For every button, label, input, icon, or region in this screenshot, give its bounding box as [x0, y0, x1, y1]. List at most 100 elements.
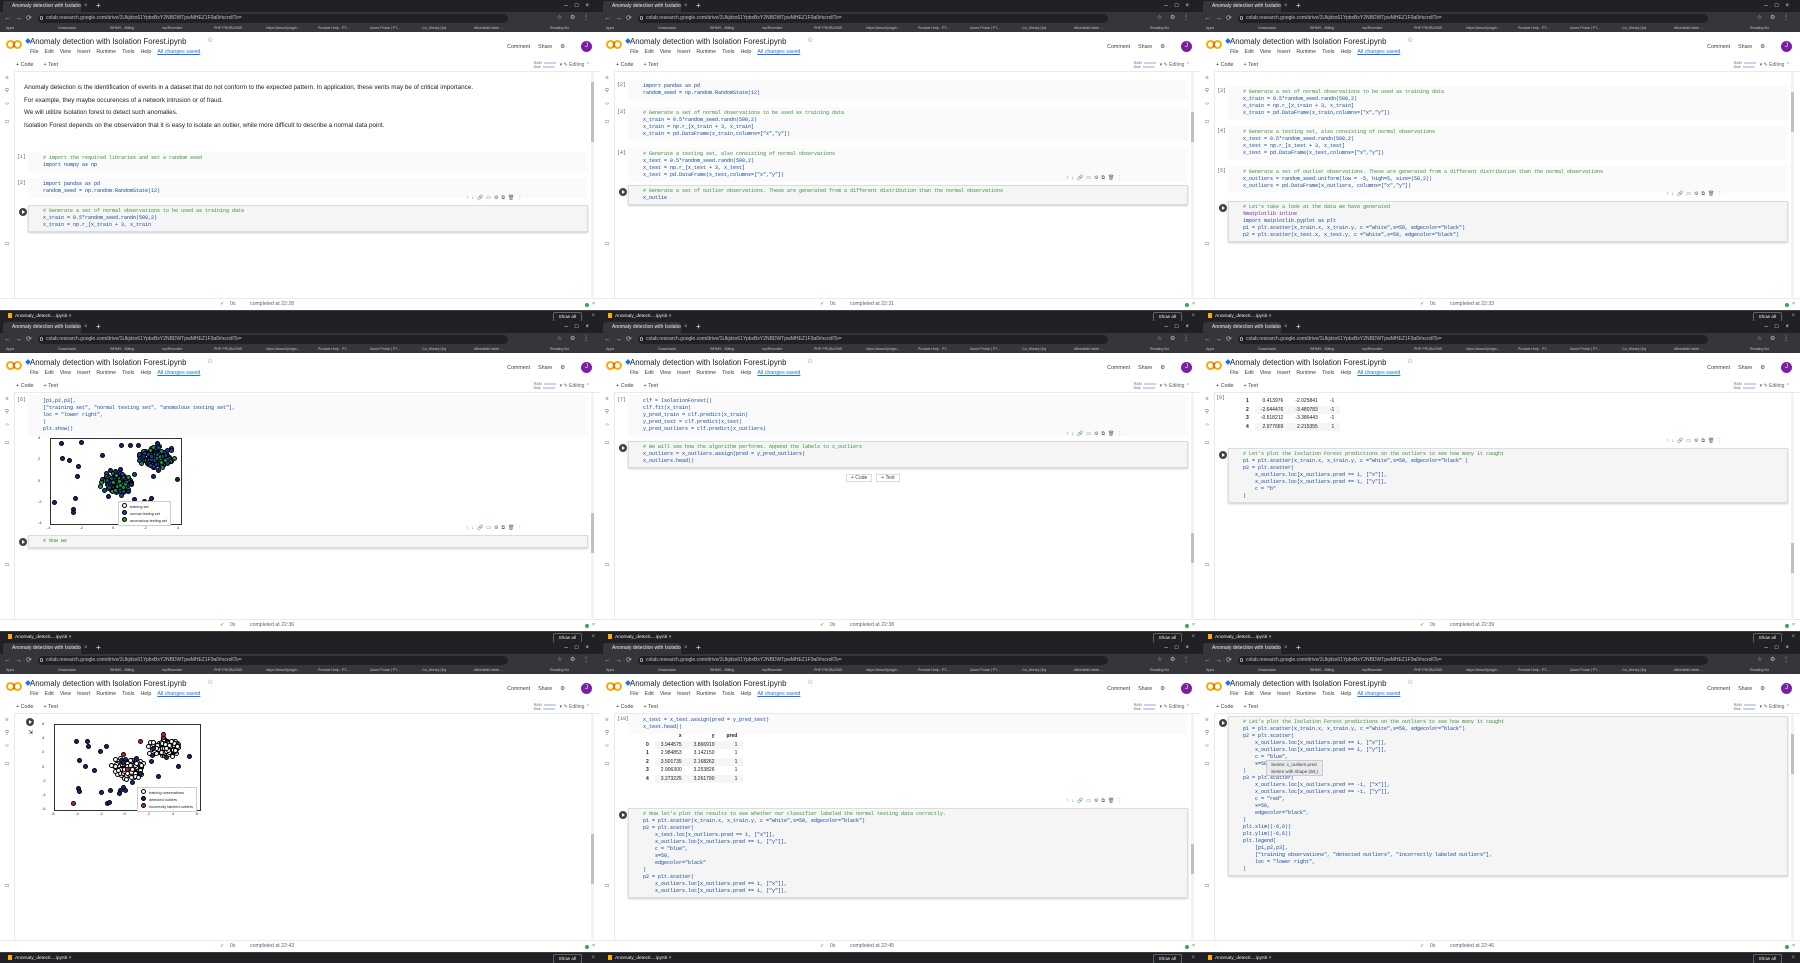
comment-button[interactable]: Comment	[507, 365, 530, 371]
menu-runtime[interactable]: Runtime	[1296, 691, 1316, 697]
code-line[interactable]: y_pred_train = clf.predict(x_train)	[629, 412, 1187, 419]
bookmark-item[interactable]: WHMS - Billing	[1310, 25, 1334, 32]
notebook-title[interactable]: Anomaly detection with Isolation Forest.…	[630, 37, 786, 46]
extension-icons[interactable]: ☆ ⚙ ⋮	[1157, 335, 1192, 344]
download-item[interactable]: Anomaly_detecti....ipynb ˄	[1208, 953, 1271, 963]
close-download-bar-icon[interactable]: ×	[1191, 953, 1195, 963]
bookmark-item[interactable]: Product Help - PT...	[918, 667, 949, 674]
colab-logo-icon[interactable]	[606, 40, 624, 50]
menu-view[interactable]: View	[1260, 49, 1271, 55]
add-code-button[interactable]: + Code	[616, 383, 634, 389]
close-status-icon[interactable]: ×	[1192, 299, 1195, 310]
code-line[interactable]: edgecolor="black",	[1229, 810, 1787, 817]
menu-runtime[interactable]: Runtime	[96, 49, 116, 55]
dropdown-icon[interactable]: ▾ ✎	[560, 704, 569, 710]
bookmark-item[interactable]: WHMS - Billing	[1310, 346, 1334, 353]
menu-saved[interactable]: All changes saved	[757, 49, 800, 55]
code-line[interactable]: # Generate a set of normal observations …	[629, 110, 1187, 117]
editing-mode[interactable]: Editing	[569, 383, 584, 389]
cell-toolbar[interactable]: ↑↓🔗▭⚙⧉🗑⋮	[1066, 431, 1125, 437]
toc-icon[interactable]: ≡	[1204, 717, 1210, 723]
code-line[interactable]: x_outliers.loc[x_outliers.pred == 1, ["y…	[1229, 747, 1787, 754]
extension-icons[interactable]: ☆ ⚙ ⋮	[557, 335, 592, 344]
avatar[interactable]: J	[1181, 41, 1192, 52]
code-line[interactable]: p2 = plt.scatter(	[629, 874, 1187, 881]
bookmark-item[interactable]: Reading list	[1150, 667, 1169, 674]
bookmark-item[interactable]: WHMS - Billing	[710, 346, 734, 353]
code-line[interactable]: x_train = np.r_[x_train + 3, x_train]	[629, 124, 1187, 131]
code-line[interactable]: ["training observations", "detected outl…	[1229, 852, 1787, 859]
nav-buttons[interactable]: ←→⟳	[1204, 654, 1236, 667]
browser-tab[interactable]: Anomaly detection with Isolation Forest.…	[603, 1, 681, 12]
close-status-icon[interactable]: ×	[592, 941, 595, 952]
menu-tools[interactable]: Tools	[1322, 370, 1334, 376]
menu-tools[interactable]: Tools	[1322, 49, 1334, 55]
star-icon[interactable]: ☆	[207, 357, 213, 365]
close-download-bar-icon[interactable]: ×	[1191, 311, 1195, 321]
code-line[interactable]: # Let's plot the Isolation Forest predic…	[1229, 719, 1787, 726]
bookmark-item[interactable]: my/Recruiter	[162, 667, 182, 674]
bookmark-item[interactable]: Ca_Money Qiq	[422, 25, 446, 32]
notebook-title[interactable]: Anomaly detection with Isolation Forest.…	[630, 358, 786, 367]
menu-runtime[interactable]: Runtime	[96, 370, 116, 376]
code-line[interactable]: x_train = 0.5*random_seed.randn(500,2)	[1229, 96, 1787, 103]
code-cell[interactable]: [10] x_test = x_test.assign(pred = y_pred…	[617, 714, 1188, 734]
window-controls[interactable]: –□×	[565, 321, 596, 333]
scrollbar[interactable]	[1791, 393, 1794, 618]
bookmark-item[interactable]: https://www.flyingto...	[1466, 346, 1500, 353]
terminal-icon[interactable]: ▭	[4, 241, 10, 247]
terminal-icon[interactable]: ▭	[1204, 883, 1210, 889]
menu-edit[interactable]: Edit	[1245, 691, 1254, 697]
menu-file[interactable]: File	[630, 691, 639, 697]
menu-saved[interactable]: All changes saved	[157, 370, 200, 376]
bookmark-item[interactable]: Product Help - PT...	[318, 346, 349, 353]
code-line[interactable]: # We will see how the algorithm performs…	[629, 444, 1187, 451]
comment-button[interactable]: Comment	[1107, 686, 1130, 692]
code-line[interactable]: x_outliers = x_outliers.assign(pred = y_…	[629, 451, 1187, 458]
menu-runtime[interactable]: Runtime	[96, 691, 116, 697]
editing-mode[interactable]: Editing	[569, 62, 584, 68]
code-line[interactable]: p2 = plt.scatter(	[1229, 465, 1787, 472]
add-code-button[interactable]: + Code	[16, 704, 34, 710]
menu-saved[interactable]: All changes saved	[757, 691, 800, 697]
cell-toolbar[interactable]: ↑↓🔗▭⚙⧉🗑⋮	[466, 195, 525, 201]
colab-logo-icon[interactable]	[6, 682, 24, 692]
comment-button[interactable]: Comment	[1707, 44, 1730, 50]
download-item[interactable]: Anomaly_detecti....ipynb ˄	[608, 311, 671, 321]
code-cell[interactable]: # We will see how the algorithm performs…	[619, 441, 1188, 468]
settings-gear-icon[interactable]: ⚙	[560, 686, 565, 692]
window-controls[interactable]: –□×	[1165, 0, 1196, 12]
nav-buttons[interactable]: ←→⟳	[4, 333, 36, 346]
code-line[interactable]: c = "red",	[1229, 796, 1787, 803]
scrollbar[interactable]	[591, 714, 594, 939]
code-line[interactable]: x_outliers.loc[x_outliers.pred == 1, ["x…	[1229, 740, 1787, 747]
bookmark-item[interactable]: Affordable table ...	[1674, 667, 1703, 674]
menu-help[interactable]: Help	[740, 691, 751, 697]
files-icon[interactable]: ▭	[4, 440, 10, 446]
add-code-button[interactable]: + Code	[616, 62, 634, 68]
code-snippets-icon[interactable]: ‹›	[1204, 101, 1210, 107]
bookmark-item[interactable]: Azure Portal | PT...	[1570, 346, 1600, 353]
bookmark-item[interactable]: PHP PROBLEMS	[814, 346, 842, 353]
code-line[interactable]: x_outliers.loc[x_outliers.pred == 1, ["y…	[629, 888, 1187, 895]
cell-toolbar[interactable]: ↑↓🔗▭⚙⧉🗑⋮	[1066, 175, 1125, 181]
bookmark-item[interactable]: WHMS - Billing	[110, 346, 134, 353]
editing-mode[interactable]: Editing	[1169, 704, 1184, 710]
add-text-button[interactable]: + Text	[44, 704, 58, 710]
close-status-icon[interactable]: ×	[1192, 941, 1195, 952]
bookmark-item[interactable]: Downloads	[658, 667, 676, 674]
menu-saved[interactable]: All changes saved	[1357, 49, 1400, 55]
close-status-icon[interactable]: ×	[592, 620, 595, 631]
bookmark-item[interactable]: Reading list	[1750, 667, 1769, 674]
extension-icons[interactable]: ☆ ⚙ ⋮	[1157, 14, 1192, 23]
dropdown-icon[interactable]: ▾ ✎	[1160, 62, 1169, 68]
menu-help[interactable]: Help	[140, 691, 151, 697]
add-code-button[interactable]: + Code	[1216, 383, 1234, 389]
run-cell-button[interactable]	[1219, 204, 1227, 212]
close-tab-icon[interactable]: ×	[84, 642, 88, 654]
bookmark-item[interactable]: my/Recruiter	[762, 25, 782, 32]
bookmark-item[interactable]: WHMS - Billing	[110, 25, 134, 32]
menu-edit[interactable]: Edit	[45, 370, 54, 376]
browser-tab[interactable]: Anomaly detection with Isolation Forest.…	[3, 643, 81, 654]
avatar[interactable]: J	[1181, 683, 1192, 694]
